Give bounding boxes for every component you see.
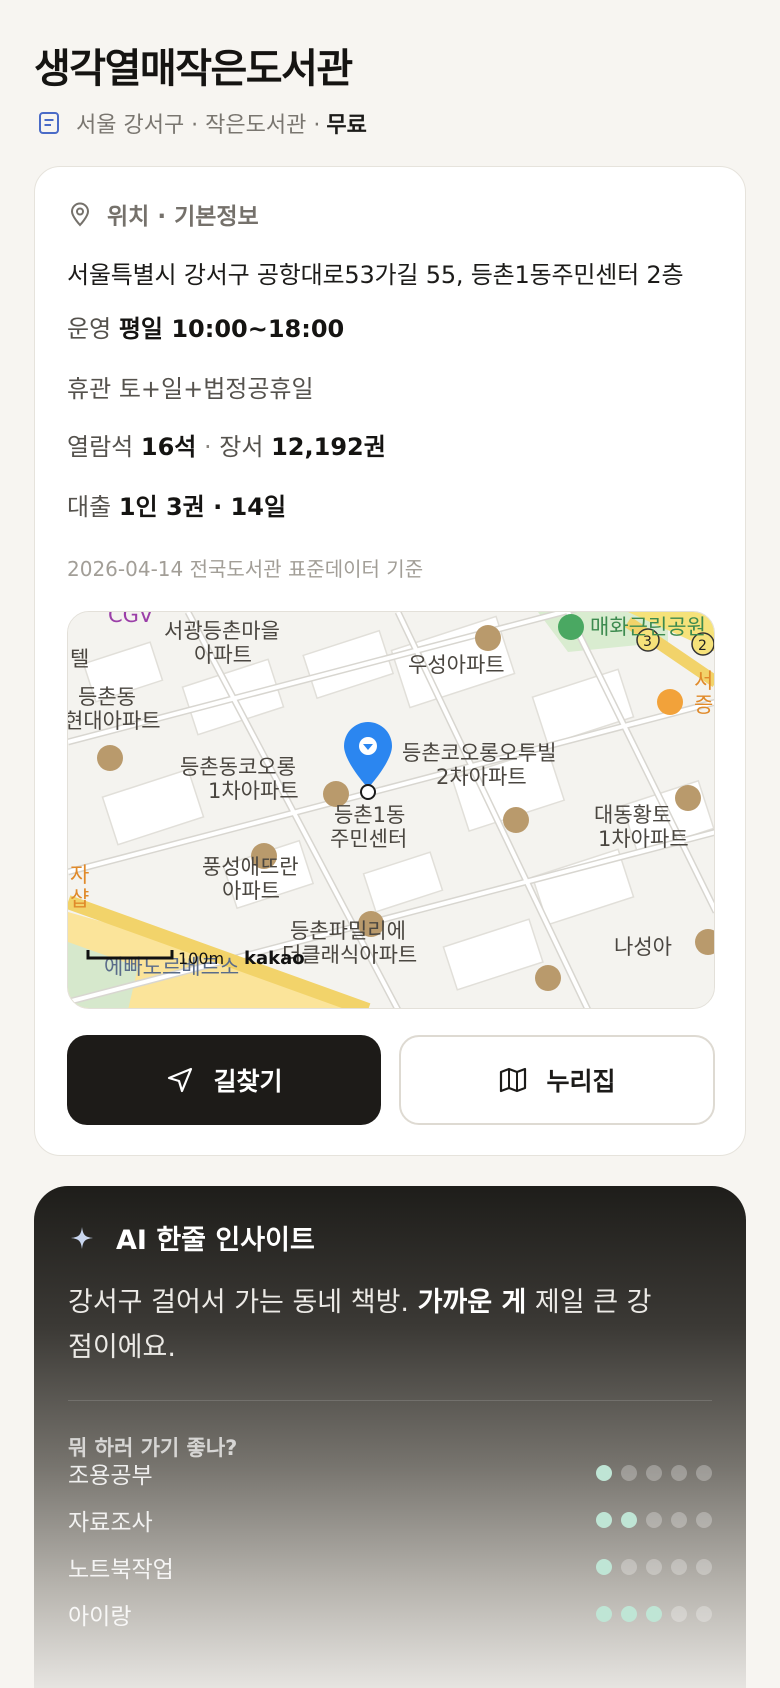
capacity-row: 열람석 16석 · 장서 12,192권 (67, 433, 386, 461)
score-dot (696, 1512, 712, 1528)
score-dot (696, 1465, 712, 1481)
score-dot (646, 1465, 662, 1481)
region-type: 서울 강서구 · 작은도서관 · (76, 113, 321, 138)
closed-row: 휴관 토+일+법정공휴일 (67, 369, 314, 404)
map-label: 자 (70, 863, 89, 887)
data-basis-note: 2026-04-14 전국도서관 표준데이터 기준 (67, 557, 424, 581)
page-title: 생각열매작은도서관 (34, 46, 353, 92)
loan-row: 대출 1인 3권 · 14일 (67, 487, 286, 522)
map-label: 나성아 (614, 935, 672, 959)
score-dot (621, 1606, 637, 1622)
website-label: 누리집 (546, 1067, 616, 1096)
map-label: 증 (694, 693, 713, 717)
navigation-arrow-icon (165, 1065, 195, 1095)
ai-insight-text: 강서구 걸어서 가는 동네 책방. 가까운 게 제일 큰 강점이에요. (68, 1280, 668, 1370)
hours-row: 운영 평일 10:00~18:00 (67, 309, 344, 344)
loan-value: 1인 3권 · 14일 (118, 493, 287, 521)
score-dot (671, 1606, 687, 1622)
map-label: 샵 (70, 887, 89, 911)
map-icon (498, 1065, 528, 1095)
map-label: 1차아파트 (208, 779, 299, 803)
divider (68, 1400, 712, 1401)
score-dot (596, 1606, 612, 1622)
document-icon (36, 110, 62, 136)
closed-value: 토+일+법정공휴일 (118, 375, 314, 403)
fee-badge: 무료 (326, 113, 367, 138)
insight-text-highlight: 가까운 게 (417, 1287, 527, 1318)
hours-value: 평일 10:00~18:00 (118, 315, 345, 343)
purpose-score (587, 1465, 712, 1481)
map-view[interactable]: 3 2 서광등촌마을 아파트 우성아파트 매화근린공원 등촌동 현대아파트 등촌… (67, 611, 715, 1009)
map-provider-logo: kakao (244, 948, 305, 969)
map-label: 등촌동코오롱 (180, 755, 296, 779)
score-dot (646, 1512, 662, 1528)
purpose-row: 자료조사 (68, 1503, 712, 1537)
section-title: 위치 · 기본정보 (107, 204, 259, 230)
map-label: 서 (694, 669, 713, 693)
purpose-score (587, 1559, 712, 1575)
score-dot (621, 1559, 637, 1575)
insight-text-part: 강서구 걸어서 가는 동네 책방. (68, 1287, 418, 1318)
map-label: 등촌코오롱오투빌 (402, 741, 557, 765)
score-dot (621, 1512, 637, 1528)
score-dot (671, 1559, 687, 1575)
map-label: 현대아파트 (68, 709, 161, 733)
section-header: 위치 · 기본정보 (67, 197, 259, 231)
score-dot (646, 1606, 662, 1622)
ai-insight-title: AI 한줄 인사이트 (116, 1225, 315, 1256)
map-label: 매화근린공원 (590, 615, 706, 639)
directions-label: 길찾기 (213, 1067, 283, 1096)
score-dot (671, 1465, 687, 1481)
map-label: 2차아파트 (436, 765, 527, 789)
purpose-score (587, 1606, 712, 1622)
map-label: CGV (108, 612, 154, 627)
score-dot (696, 1606, 712, 1622)
info-card: 위치 · 기본정보 서울특별시 강서구 공항대로53가길 55, 등촌1동주민센… (34, 166, 746, 1156)
map-label: 아파트 (222, 879, 280, 903)
map-label: 풍성애뜨란 (202, 855, 299, 879)
website-button[interactable]: 누리집 (399, 1035, 715, 1125)
map-label: 주민센터 (330, 827, 407, 851)
map-label: 등촌파밀리에 (290, 919, 406, 943)
map-label: 등촌동 (78, 685, 136, 709)
loan-label: 대출 (67, 493, 112, 521)
map-label: 서광등촌마을 (164, 619, 280, 643)
purpose-label: 조용공부 (68, 1463, 153, 1489)
directions-button[interactable]: 길찾기 (67, 1035, 381, 1125)
purpose-row: 노트북작업 (68, 1550, 712, 1584)
purpose-score (587, 1512, 712, 1528)
map-label: 우성아파트 (408, 653, 505, 677)
ai-insight-card: AI 한줄 인사이트 강서구 걸어서 가는 동네 책방. 가까운 게 제일 큰 … (34, 1186, 746, 1688)
ai-insight-header: AI 한줄 인사이트 (68, 1218, 315, 1257)
seats-value: 16석 (140, 433, 197, 461)
closed-label: 휴관 (67, 375, 112, 403)
books-label: 장서 (219, 433, 264, 461)
purpose-label: 자료조사 (68, 1510, 153, 1536)
map-scale-label: 100m (178, 949, 224, 968)
map-label: 등촌1동 (334, 803, 405, 827)
library-meta: 서울 강서구 · 작은도서관 · 무료 (36, 106, 367, 140)
score-dot (621, 1465, 637, 1481)
score-dot (596, 1465, 612, 1481)
purpose-label: 노트북작업 (68, 1557, 174, 1583)
books-value: 12,192권 (271, 433, 386, 461)
hours-label: 운영 (67, 315, 112, 343)
location-pin-icon (67, 201, 93, 227)
score-dot (671, 1512, 687, 1528)
map-label: 텔 (70, 647, 89, 671)
purpose-label: 아이랑 (68, 1604, 132, 1630)
score-dot (646, 1559, 662, 1575)
map-road-badge: 2 (698, 638, 707, 654)
purpose-row: 아이랑 (68, 1597, 712, 1631)
map-label: 대동황토 (594, 803, 671, 827)
score-dot (696, 1559, 712, 1575)
score-dot (596, 1559, 612, 1575)
purpose-row: 조용공부 (68, 1456, 712, 1490)
address: 서울특별시 강서구 공항대로53가길 55, 등촌1동주민센터 2층 (67, 261, 684, 289)
score-dot (596, 1512, 612, 1528)
seats-label: 열람석 (67, 433, 134, 461)
sparkle-icon (68, 1224, 96, 1252)
map-label: 아파트 (194, 643, 252, 667)
map-label: 1차아파트 (598, 827, 689, 851)
